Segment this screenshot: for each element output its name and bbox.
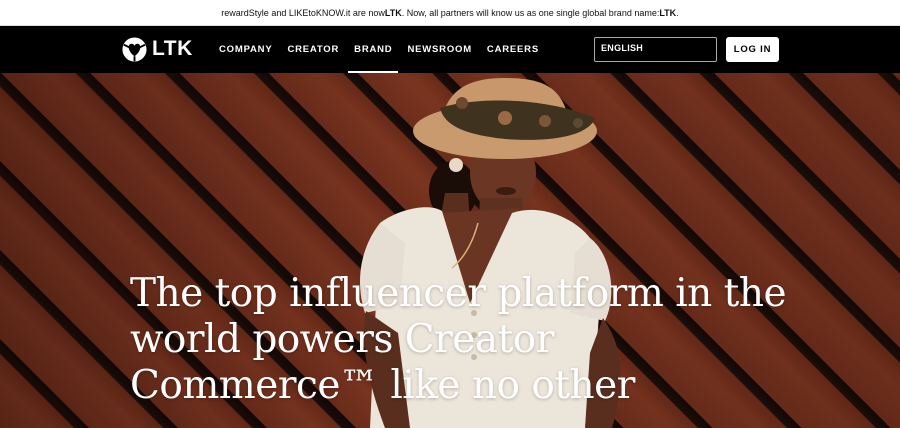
- top-navigation: LTK COMPANY CREATOR BRAND NEWSROOM CAREE…: [0, 26, 900, 73]
- logo-text: LTK: [152, 37, 193, 60]
- announcement-text-2: . Now, all partners will know us as one …: [401, 7, 660, 18]
- ltk-logo[interactable]: LTK: [121, 36, 193, 62]
- announcement-text-1: rewardStyle and LIKEtoKNOW.it are now: [221, 7, 385, 18]
- announcement-brand-2: LTK: [659, 7, 677, 18]
- nav-link-creator[interactable]: CREATOR: [287, 26, 339, 73]
- language-select[interactable]: ENGLISH: [594, 37, 717, 62]
- nav-link-careers[interactable]: CAREERS: [487, 26, 539, 73]
- hero-title: The top influencer platform in the world…: [130, 271, 787, 408]
- ltk-heart-logo-icon: [122, 36, 147, 62]
- nav-link-brand[interactable]: BRAND: [348, 26, 399, 73]
- announcement-bar: rewardStyle and LIKEtoKNOW.it are now LT…: [0, 0, 900, 26]
- announcement-brand-1: LTK: [384, 7, 402, 18]
- login-button[interactable]: LOG IN: [726, 37, 779, 62]
- nav-link-newsroom[interactable]: NEWSROOM: [407, 26, 471, 73]
- announcement-text-3: .: [676, 7, 679, 18]
- nav-link-company[interactable]: COMPANY: [219, 26, 272, 73]
- nav-links: COMPANY CREATOR BRAND NEWSROOM CAREERS: [219, 26, 554, 73]
- hero-section: The top influencer platform in the world…: [0, 73, 900, 428]
